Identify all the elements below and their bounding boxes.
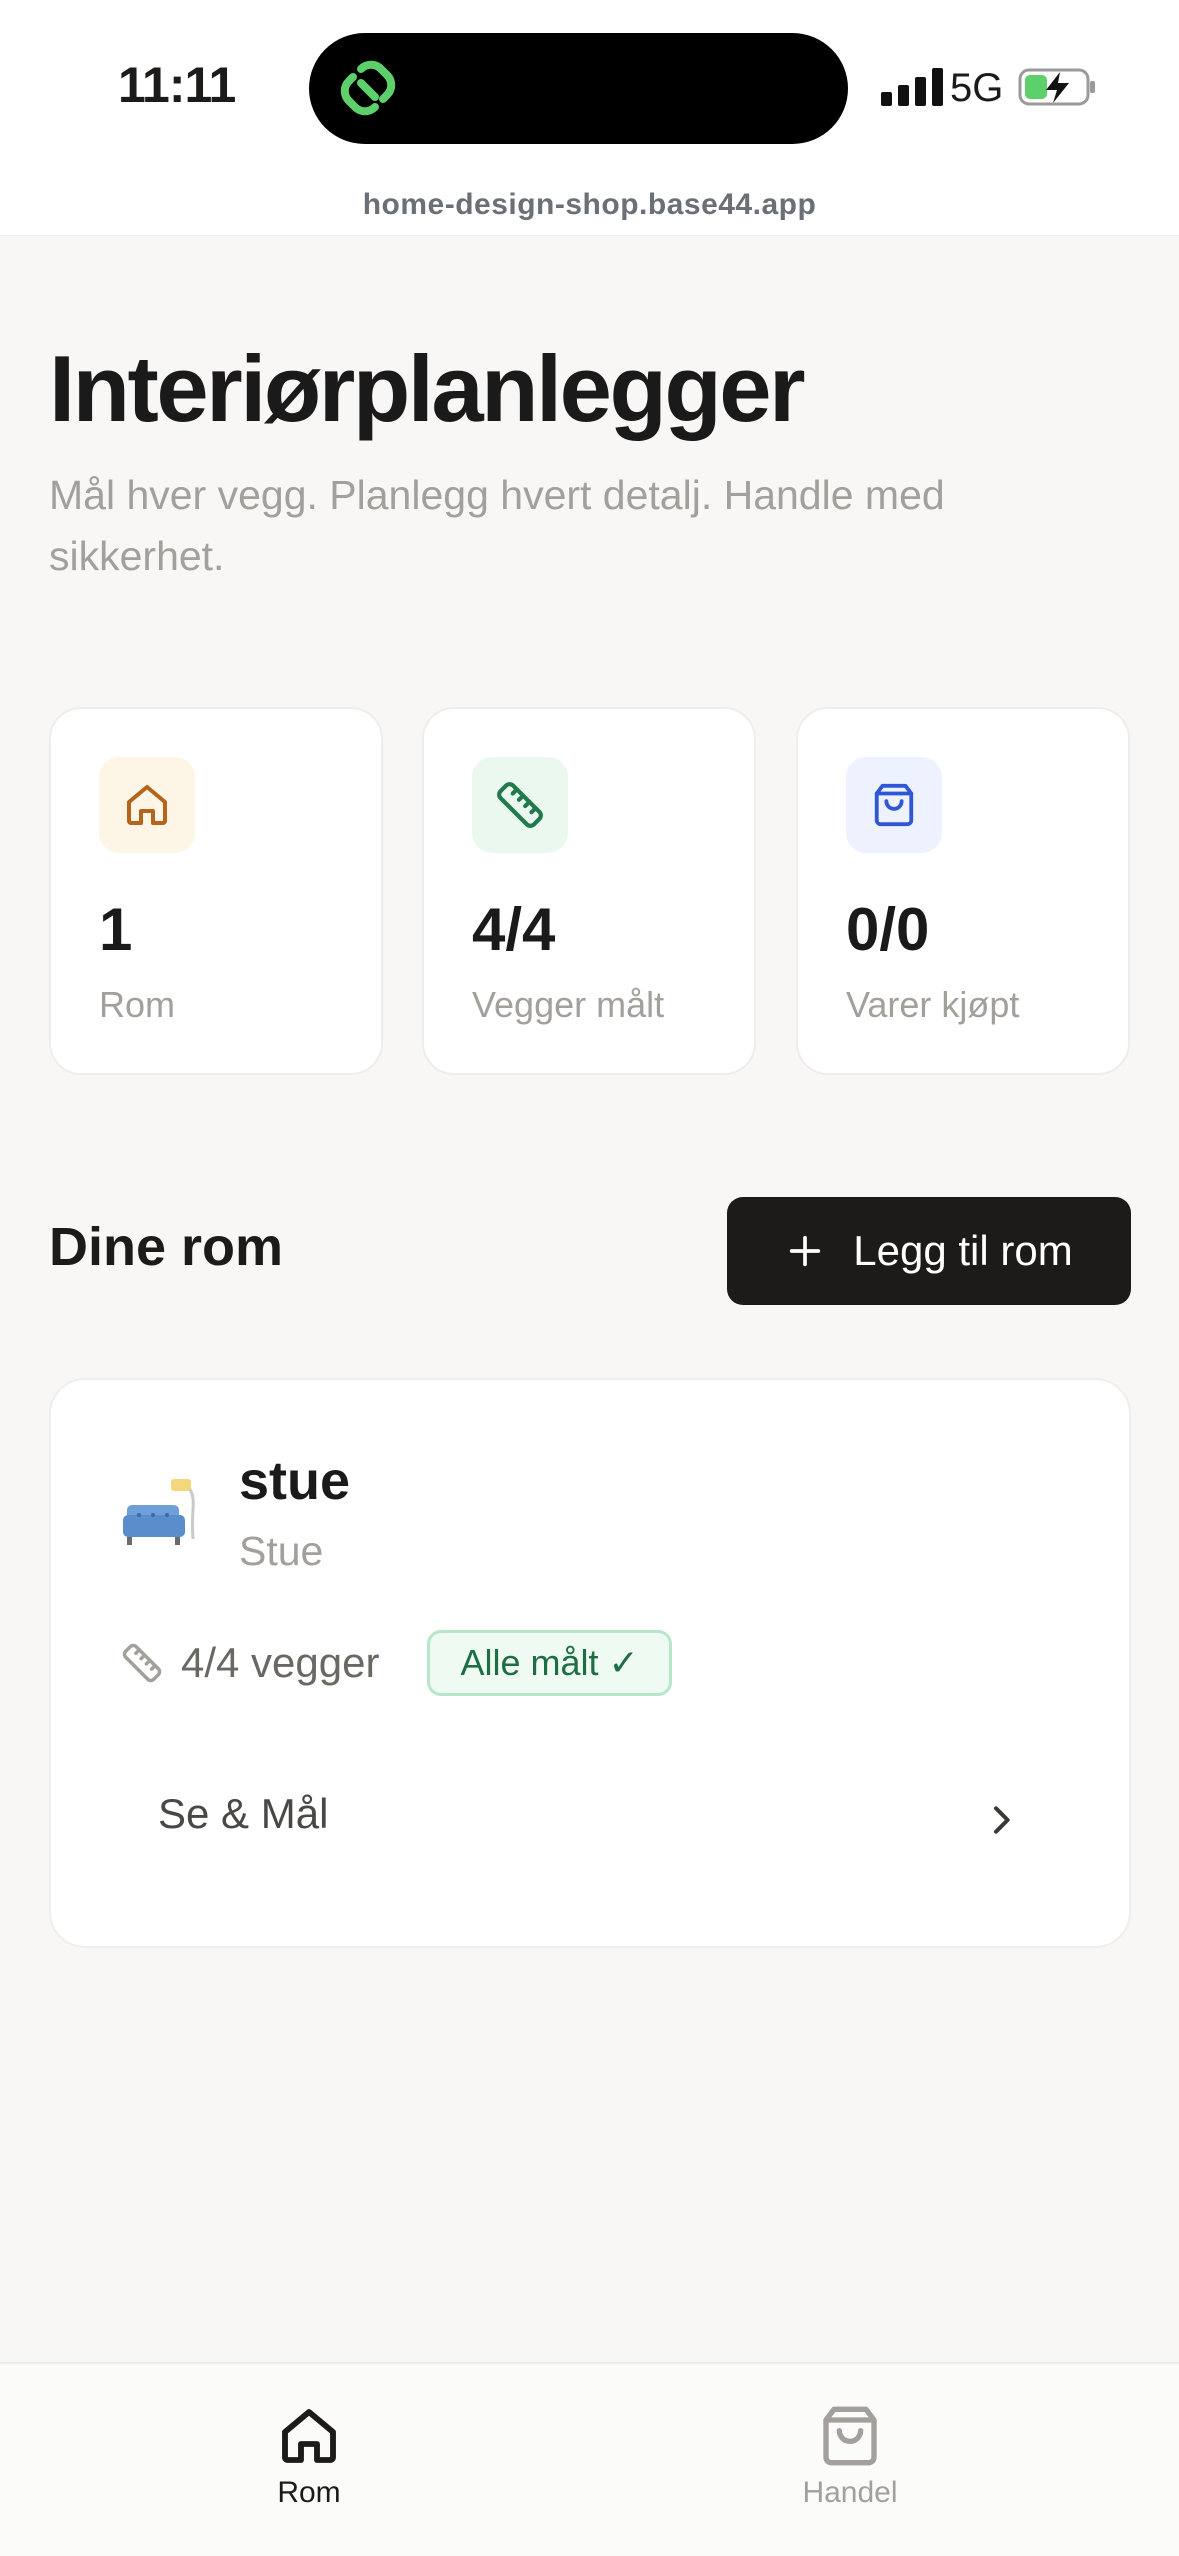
tab-rooms[interactable]: Rom <box>209 2404 409 2510</box>
status-badge: Alle målt ✓ <box>427 1630 672 1696</box>
sofa-emoji-icon <box>123 1479 195 1545</box>
section-title: Dine rom <box>49 1217 284 1277</box>
stat-value: 1 <box>99 896 133 963</box>
dynamic-island <box>309 33 848 144</box>
tab-shop[interactable]: Handel <box>750 2404 950 2510</box>
walls-count: 4/4 vegger <box>181 1639 380 1686</box>
room-type: Stue <box>239 1528 324 1574</box>
add-room-button[interactable]: Legg til rom <box>727 1197 1131 1305</box>
stat-value: 0/0 <box>846 896 930 963</box>
tab-bar: Rom Handel <box>0 2362 1179 2556</box>
walls-status-row: 4/4 vegger Alle målt ✓ <box>121 1630 672 1696</box>
status-bar: 11:11 5G home-design-shop.base44.app <box>0 0 1179 236</box>
tab-label: Rom <box>277 2476 341 2509</box>
shopping-bag-icon <box>846 757 942 853</box>
network-type: 5G <box>950 66 1004 110</box>
stat-label: Varer kjøpt <box>846 984 1020 1025</box>
page-title: Interiørplanlegger <box>49 336 806 441</box>
stat-value: 4/4 <box>472 896 556 963</box>
browser-url[interactable]: home-design-shop.base44.app <box>0 188 1179 222</box>
page-subtitle: Mål hver vegg. Planlegg hvert detalj. Ha… <box>49 472 945 579</box>
stat-card-items: 0/0 Varer kjøpt <box>796 707 1130 1075</box>
ruler-icon <box>472 757 568 853</box>
chevron-right-icon[interactable] <box>981 1800 1021 1840</box>
view-and-measure-link[interactable]: Se & Mål <box>158 1790 328 1838</box>
house-icon <box>99 757 195 853</box>
link-app-icon <box>340 60 396 116</box>
shopping-bag-icon <box>823 2406 877 2466</box>
stat-label: Rom <box>99 984 176 1025</box>
plus-icon <box>790 1235 821 1267</box>
room-name: stue <box>239 1451 351 1511</box>
stat-label: Vegger målt <box>472 984 665 1025</box>
room-card[interactable]: stue Stue 4/4 vegger Alle målt ✓ Se & Må… <box>49 1378 1131 1948</box>
cellular-signal-icon <box>881 68 943 106</box>
add-room-label: Legg til rom <box>853 1227 1073 1274</box>
status-time: 11:11 <box>118 57 236 113</box>
ruler-icon <box>122 1643 162 1683</box>
battery-charging-icon <box>1018 68 1095 106</box>
stat-card-walls: 4/4 Vegger målt <box>422 707 756 1075</box>
tab-label: Handel <box>802 2476 898 2509</box>
stat-card-rooms: 1 Rom <box>49 707 383 1075</box>
house-icon <box>282 2409 336 2463</box>
